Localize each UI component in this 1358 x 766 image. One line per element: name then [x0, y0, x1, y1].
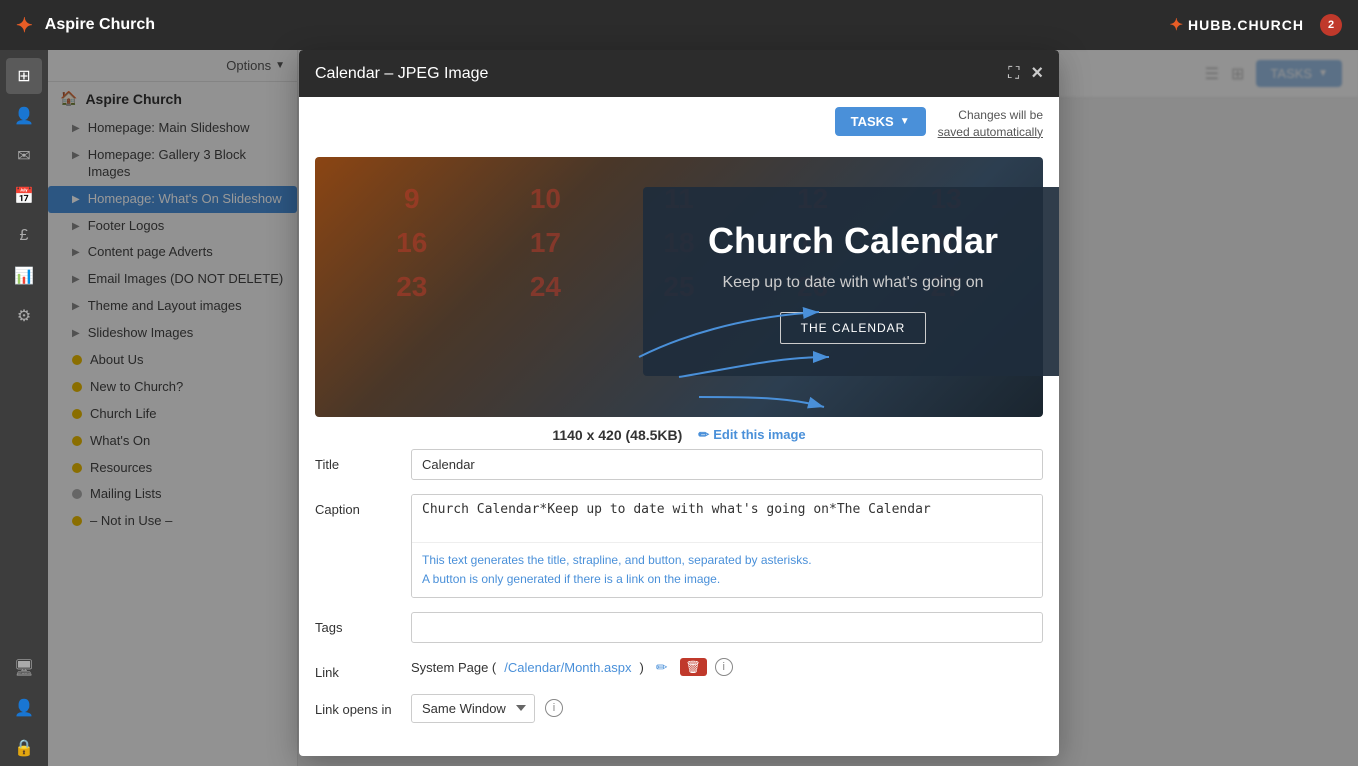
modal-form: Title Caption This text generates the ti…	[299, 449, 1059, 756]
hubb-logo: ✦ HUBB.CHURCH	[1170, 15, 1304, 35]
cal-num: 16	[345, 221, 479, 265]
modal-header-controls: ⛶ ×	[1008, 62, 1043, 85]
nav-icon-settings[interactable]: ⚙	[6, 298, 42, 334]
topbar-left: ✦ Aspire Church	[16, 13, 155, 38]
left-icon-bar: ⊞ 👤 ✉ 📅 £ 📊 ⚙ 🖥 👤 🔒	[0, 50, 48, 766]
link-field-container: System Page ( /Calendar/Month.aspx ) ✏ 🗑…	[411, 657, 1043, 678]
cal-num: 23	[345, 265, 479, 309]
calendar-image: 9 10 11 12 13 16 17 18 19 20 23 24 25 26…	[315, 157, 1043, 417]
nav-icon-grid[interactable]: ⊞	[6, 58, 42, 94]
tasks-label: TASKS	[851, 114, 894, 129]
tags-input[interactable]	[411, 612, 1043, 643]
link-url[interactable]: /Calendar/Month.aspx	[504, 660, 631, 675]
link-row-content: System Page ( /Calendar/Month.aspx ) ✏ 🗑…	[411, 657, 1043, 678]
caption-field-container: This text generates the title, strapline…	[411, 494, 1043, 598]
preview-card-subtitle: Keep up to date with what's going on	[679, 274, 1027, 292]
form-row-link: Link System Page ( /Calendar/Month.aspx …	[315, 657, 1043, 680]
caption-label: Caption	[315, 494, 395, 517]
link-edit-button[interactable]: ✏	[652, 657, 672, 678]
nav-icon-mail[interactable]: ✉	[6, 138, 42, 174]
tasks-arrow-icon: ▼	[900, 116, 910, 127]
image-meta: 1140 x 420 (48.5KB) ✏ Edit this image	[315, 417, 1043, 449]
hubb-icon: ✦	[1170, 15, 1184, 35]
cal-num: 10	[479, 177, 613, 221]
title-field-container	[411, 449, 1043, 480]
cal-num: 9	[345, 177, 479, 221]
link-prefix: System Page (	[411, 660, 496, 675]
preview-card: Church Calendar Keep up to date with wha…	[643, 187, 1059, 376]
tags-field-container	[411, 612, 1043, 643]
link-opens-container: Same Window New Window i	[411, 694, 1043, 723]
cal-num: 24	[479, 265, 613, 309]
modal-image-section: 9 10 11 12 13 16 17 18 19 20 23 24 25 26…	[299, 141, 1059, 449]
nav-icon-calendar[interactable]: 📅	[6, 178, 42, 214]
preview-card-button: THE CALENDAR	[780, 312, 927, 344]
modal-tasks-button[interactable]: TASKS ▼	[835, 107, 926, 136]
nav-icon-currency[interactable]: £	[6, 218, 42, 254]
modal-tasks-area: TASKS ▼ Changes will be saved automatica…	[299, 97, 1059, 141]
topbar: ✦ Aspire Church ✦ HUBB.CHURCH 2	[0, 0, 1358, 50]
nav-icon-user[interactable]: 👤	[6, 690, 42, 726]
tags-label: Tags	[315, 612, 395, 635]
modal-expand-icon[interactable]: ⛶	[1008, 65, 1019, 83]
nav-icon-monitor[interactable]: 🖥	[6, 650, 42, 686]
link-opens-select[interactable]: Same Window New Window	[411, 694, 535, 723]
form-row-title: Title	[315, 449, 1043, 480]
modal: Calendar – JPEG Image ⛶ × TASKS ▼ Change…	[299, 50, 1059, 756]
title-input[interactable]	[411, 449, 1043, 480]
caption-hint: This text generates the title, strapline…	[412, 542, 1042, 597]
title-label: Title	[315, 449, 395, 472]
caption-textarea[interactable]	[412, 495, 1042, 537]
link-info-icon[interactable]: i	[715, 658, 733, 676]
select-wrapper: Same Window New Window i	[411, 694, 1043, 723]
app-name: Aspire Church	[45, 16, 155, 34]
link-opens-info-icon[interactable]: i	[545, 699, 563, 717]
cal-num: 17	[479, 221, 613, 265]
form-row-link-opens: Link opens in Same Window New Window i	[315, 694, 1043, 723]
hubb-label: HUBB.CHURCH	[1188, 17, 1304, 33]
modal-close-icon[interactable]: ×	[1031, 62, 1043, 85]
pencil-icon: ✏	[698, 427, 709, 443]
edit-image-link[interactable]: ✏ Edit this image	[698, 427, 805, 443]
link-label: Link	[315, 657, 395, 680]
nav-icon-lock[interactable]: 🔒	[6, 730, 42, 766]
modal-title: Calendar – JPEG Image	[315, 65, 488, 83]
link-suffix: )	[639, 660, 643, 675]
link-delete-button[interactable]: 🗑	[680, 658, 707, 676]
app-logo-icon: ✦	[16, 13, 33, 38]
form-row-tags: Tags	[315, 612, 1043, 643]
modal-header: Calendar – JPEG Image ⛶ ×	[299, 50, 1059, 97]
topbar-right: ✦ HUBB.CHURCH 2	[1170, 14, 1342, 36]
caption-wrapper: This text generates the title, strapline…	[411, 494, 1043, 598]
nav-icon-chart[interactable]: 📊	[6, 258, 42, 294]
link-opens-label: Link opens in	[315, 694, 395, 717]
image-dimensions: 1140 x 420 (48.5KB)	[552, 427, 682, 443]
notification-badge[interactable]: 2	[1320, 14, 1342, 36]
form-row-caption: Caption This text generates the title, s…	[315, 494, 1043, 598]
preview-card-title: Church Calendar	[679, 219, 1027, 262]
auto-save-text: Changes will be saved automatically	[938, 107, 1043, 141]
nav-icon-person[interactable]: 👤	[6, 98, 42, 134]
